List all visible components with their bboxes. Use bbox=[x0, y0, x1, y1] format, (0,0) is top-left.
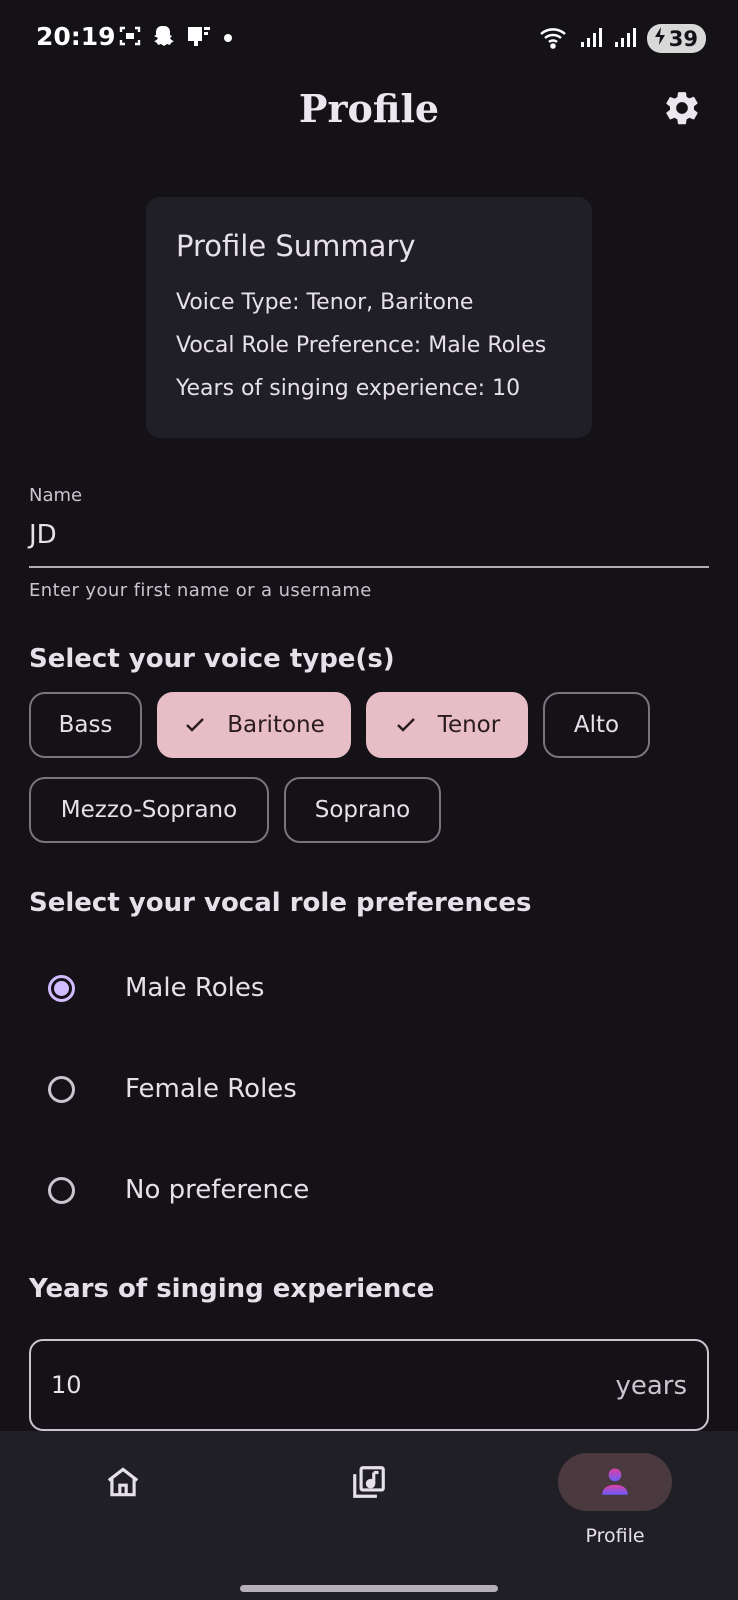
status-time: 20:19 bbox=[36, 22, 116, 51]
chip-label: Tenor bbox=[437, 712, 501, 738]
years-suffix: years bbox=[615, 1371, 687, 1401]
experience-heading: Years of singing experience bbox=[29, 1274, 435, 1304]
status-icons-right: 39 bbox=[539, 24, 706, 53]
status-bar: 20:19 39 bbox=[0, 0, 738, 80]
name-field[interactable]: Name JD Enter your first name or a usern… bbox=[29, 485, 709, 601]
battery-indicator: 39 bbox=[646, 24, 706, 53]
radio-label: Female Roles bbox=[125, 1074, 297, 1104]
nav-pill bbox=[312, 1453, 426, 1511]
chip-baritone[interactable]: Baritone bbox=[157, 692, 351, 758]
name-field-underline bbox=[29, 566, 709, 568]
chip-alto[interactable]: Alto bbox=[543, 692, 650, 758]
person-icon bbox=[602, 1468, 628, 1495]
radio-button[interactable] bbox=[48, 974, 75, 1002]
battery-level: 39 bbox=[668, 26, 698, 51]
signal-icon bbox=[579, 25, 605, 53]
radio-option-female-roles[interactable]: Female Roles bbox=[48, 1074, 297, 1104]
role-preference-heading: Select your vocal role preferences bbox=[29, 888, 532, 918]
name-input[interactable]: JD bbox=[29, 520, 709, 560]
summary-experience: Years of singing experience: 10 bbox=[176, 376, 521, 401]
summary-title: Profile Summary bbox=[176, 229, 416, 263]
bottom-navigation: Profile bbox=[0, 1431, 738, 1600]
screenshot-icon bbox=[118, 24, 142, 52]
wifi-icon bbox=[539, 25, 571, 53]
radio-button[interactable] bbox=[48, 1075, 75, 1103]
nav-pill-active bbox=[558, 1453, 672, 1511]
chip-soprano[interactable]: Soprano bbox=[284, 777, 441, 843]
chip-tenor[interactable]: Tenor bbox=[366, 692, 528, 758]
app-bar: Profile bbox=[0, 80, 738, 144]
summary-role-preference: Vocal Role Preference: Male Roles bbox=[176, 333, 547, 358]
years-experience-input[interactable]: 10 years bbox=[29, 1339, 709, 1431]
radio-option-male-roles[interactable]: Male Roles bbox=[48, 973, 264, 1003]
nav-label-profile: Profile bbox=[585, 1525, 645, 1547]
radio-label: Male Roles bbox=[125, 973, 265, 1003]
cast-icon bbox=[186, 24, 212, 52]
home-indicator[interactable] bbox=[240, 1585, 498, 1592]
name-field-helper: Enter your first name or a username bbox=[29, 580, 372, 601]
radio-option-no-preference[interactable]: No preference bbox=[48, 1175, 309, 1205]
check-icon bbox=[394, 713, 418, 737]
status-icons-left bbox=[118, 24, 234, 52]
chip-label: Baritone bbox=[227, 712, 325, 738]
voice-type-heading: Select your voice type(s) bbox=[29, 644, 395, 674]
radio-label: No preference bbox=[125, 1175, 310, 1205]
check-icon bbox=[183, 713, 207, 737]
chip-label: Bass bbox=[58, 712, 113, 738]
years-value[interactable]: 10 bbox=[51, 1371, 82, 1399]
chip-label: Alto bbox=[573, 712, 620, 738]
gear-icon bbox=[666, 92, 698, 125]
chip-bass[interactable]: Bass bbox=[29, 692, 142, 758]
summary-voice-type: Voice Type: Tenor, Baritone bbox=[176, 290, 474, 315]
name-field-label: Name bbox=[29, 485, 83, 506]
profile-summary-card: Profile Summary Voice Type: Tenor, Barit… bbox=[146, 197, 592, 438]
chip-label: Mezzo-Soprano bbox=[60, 797, 238, 823]
snapchat-icon bbox=[152, 24, 176, 52]
music-library-icon bbox=[353, 1466, 385, 1498]
nav-item-home[interactable] bbox=[33, 1453, 213, 1563]
nav-item-library[interactable] bbox=[279, 1453, 459, 1563]
chip-label: Soprano bbox=[314, 797, 411, 823]
signal-icon bbox=[613, 25, 639, 53]
page-title: Profile bbox=[298, 86, 440, 131]
chip-mezzo-soprano[interactable]: Mezzo-Soprano bbox=[29, 777, 269, 843]
nav-pill bbox=[66, 1453, 180, 1511]
dot-icon bbox=[222, 24, 234, 52]
radio-button[interactable] bbox=[48, 1176, 75, 1204]
charging-icon bbox=[653, 26, 667, 51]
nav-item-profile[interactable]: Profile bbox=[525, 1453, 705, 1563]
home-icon bbox=[107, 1467, 139, 1497]
settings-button[interactable] bbox=[662, 88, 702, 128]
